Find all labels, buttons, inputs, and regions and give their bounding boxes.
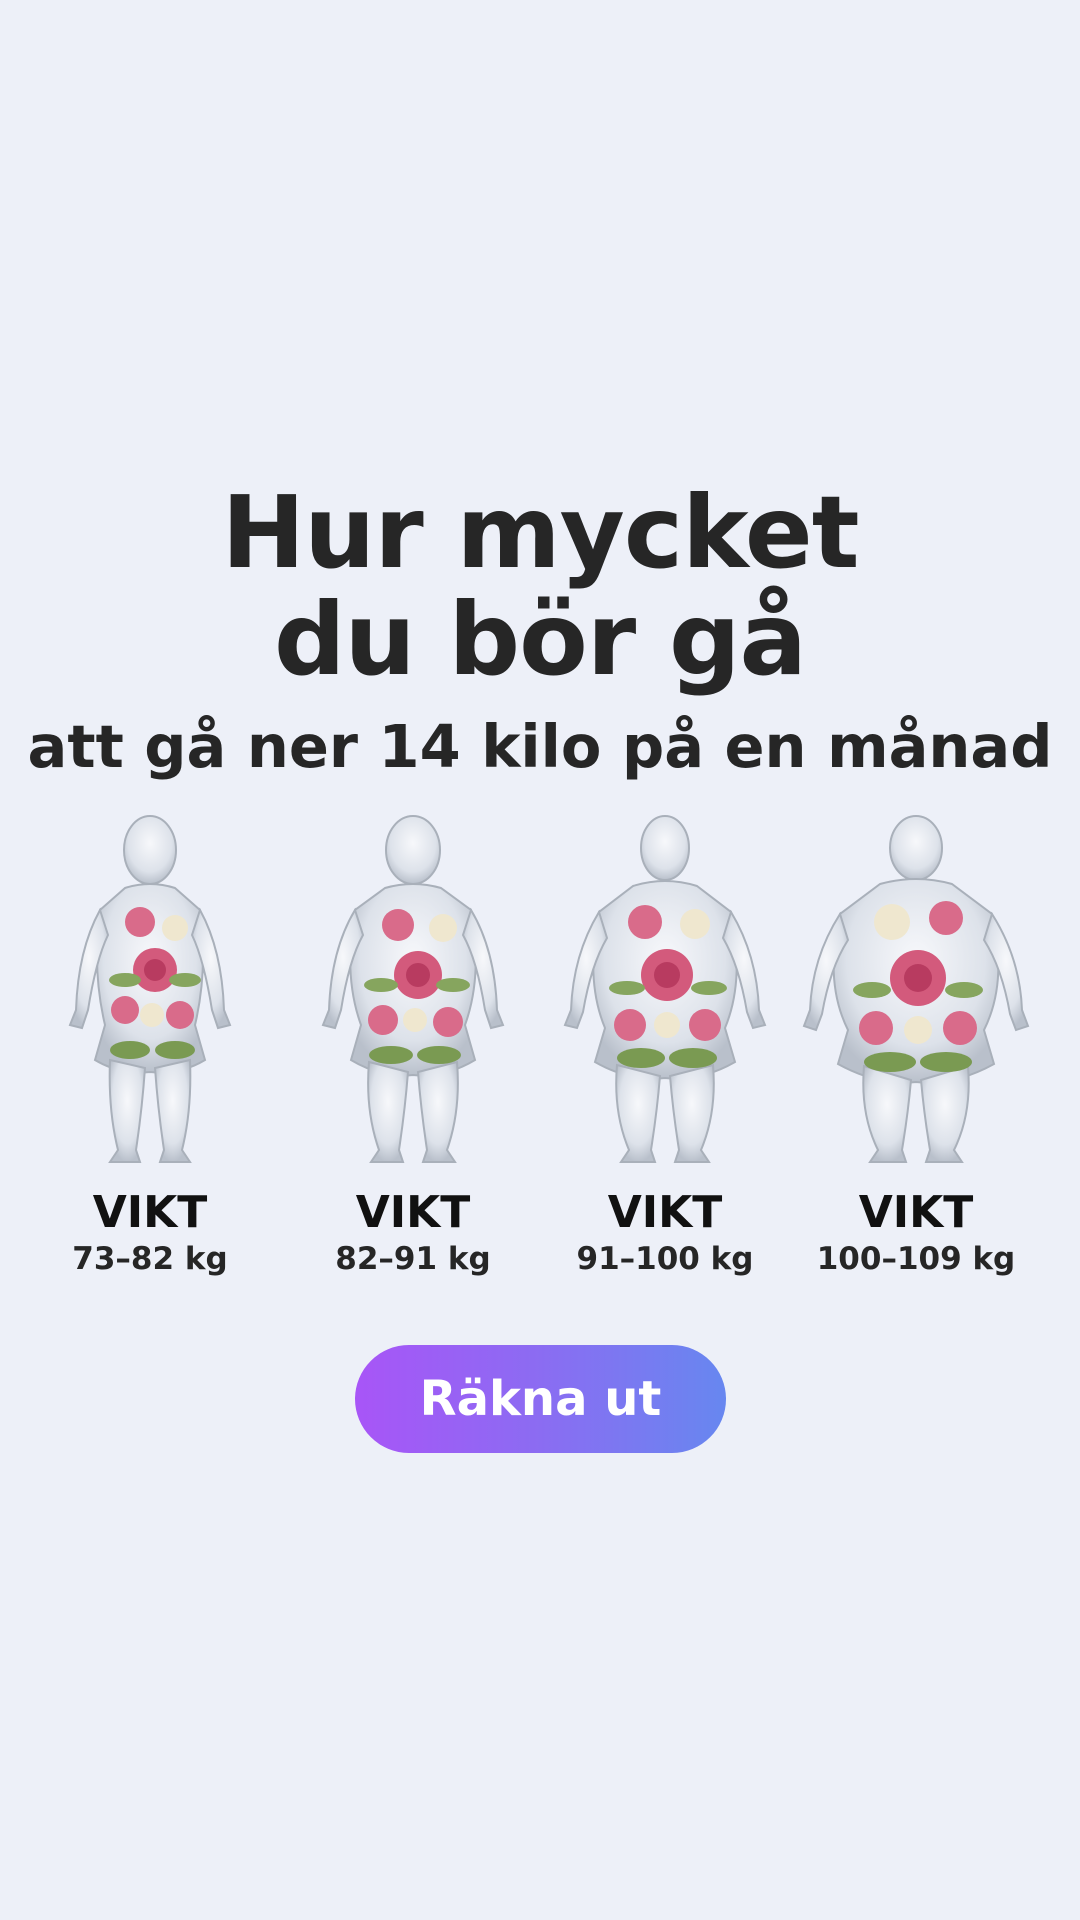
calculate-button[interactable]: Räkna ut <box>355 1345 726 1453</box>
weight-option-100-109[interactable]: VIKT 100–109 kg <box>796 810 1036 1285</box>
glass-body-slim-icon <box>68 815 232 1163</box>
glass-body-medium-icon <box>321 815 505 1163</box>
weight-option-title: VIKT <box>355 1187 471 1238</box>
headline-line-1: Hur mycket <box>221 474 859 591</box>
weight-option-title: VIKT <box>858 1187 974 1238</box>
glass-body-large-icon <box>563 815 767 1163</box>
weight-option-title: VIKT <box>607 1187 723 1238</box>
weight-option-range: 100–109 kg <box>816 1241 1016 1277</box>
headline-subtitle: att gå ner 14 kilo på en månad <box>27 712 1053 781</box>
headline-line-2: du bör gå <box>273 581 807 698</box>
weight-option-91-100[interactable]: VIKT 91–100 kg <box>545 810 785 1285</box>
weight-option-title: VIKT <box>92 1187 208 1238</box>
weight-option-range: 73–82 kg <box>72 1241 228 1277</box>
weight-option-range: 91–100 kg <box>576 1241 754 1277</box>
weight-option-82-91[interactable]: VIKT 82–91 kg <box>293 810 533 1285</box>
weight-option-range: 82–91 kg <box>335 1241 491 1277</box>
weight-option-73-82[interactable]: VIKT 73–82 kg <box>30 810 270 1285</box>
screen: Hur mycket du bör gå att gå ner 14 kilo … <box>0 0 1080 1920</box>
weight-options: VIKT 73–82 kg VIKT 82–91 kg VIKT 91–100 … <box>0 810 1080 1285</box>
glass-body-xlarge-icon <box>802 815 1030 1163</box>
